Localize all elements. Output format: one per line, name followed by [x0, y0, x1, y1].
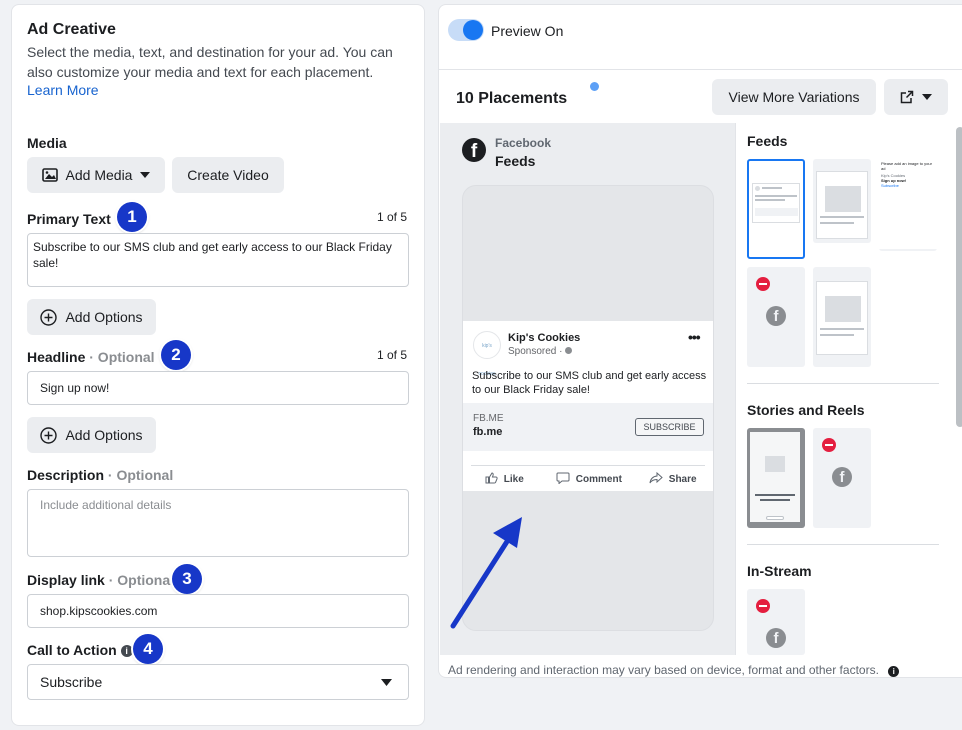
headline-count: 1 of 5 — [376, 348, 407, 362]
display-link-input[interactable]: shop.kipscookies.com — [27, 594, 409, 628]
unavailable-icon — [756, 599, 770, 613]
description-input[interactable]: Include additional details — [27, 489, 409, 557]
view-more-variations-button[interactable]: View More Variations — [712, 79, 876, 115]
add-media-button[interactable]: Add Media — [27, 157, 165, 193]
status-dot — [590, 82, 599, 91]
external-link-icon — [900, 90, 914, 104]
step-badge-1: 1 — [117, 202, 147, 232]
plus-circle-icon — [40, 308, 58, 326]
step-badge-4: 4 — [133, 634, 163, 664]
placements-scrollbar[interactable] — [956, 127, 962, 427]
placement-thumb-unavailable-1[interactable]: f — [747, 267, 805, 367]
ad-creative-panel: Ad Creative Select the media, text, and … — [11, 4, 425, 726]
section-divider — [747, 383, 939, 384]
primary-text-label: Primary Text — [27, 211, 111, 227]
caret-down-icon — [381, 679, 392, 686]
facebook-grey-icon: f — [832, 467, 852, 487]
step-badge-2: 2 — [161, 340, 191, 370]
ad-creative-description: Select the media, text, and destination … — [27, 44, 393, 80]
placement-thumb-unavailable-3[interactable]: f — [747, 589, 805, 655]
unavailable-icon — [756, 277, 770, 291]
placement-thumb-instagram-feed[interactable] — [813, 159, 871, 243]
feeds-section-title: Feeds — [747, 133, 788, 149]
step-badge-3: 3 — [172, 564, 202, 594]
caret-down-icon — [922, 94, 932, 100]
stories-section-title: Stories and Reels — [747, 402, 865, 418]
add-options-label: Add Options — [65, 427, 143, 443]
placements-list: Feeds Please add an image to your ad Kip… — [735, 123, 962, 655]
facebook-grey-icon: f — [766, 628, 786, 648]
placement-thumb-unavailable-2[interactable]: f — [813, 428, 871, 528]
instream-section-title: In-Stream — [747, 563, 812, 579]
placement-thumb-feed-variant[interactable] — [813, 267, 871, 367]
plus-circle-icon — [40, 426, 58, 444]
ad-creative-title: Ad Creative — [27, 21, 116, 38]
media-label: Media — [27, 135, 67, 151]
headline-add-options-button[interactable]: Add Options — [27, 417, 156, 453]
add-media-label: Add Media — [65, 167, 133, 183]
annotation-arrow — [450, 517, 522, 629]
placements-container: 10 Placements View More Variations f Fac… — [439, 69, 962, 655]
info-icon[interactable]: i — [120, 645, 133, 657]
facebook-grey-icon: f — [766, 306, 786, 326]
image-icon — [41, 168, 58, 182]
call-to-action-value: Subscribe — [40, 674, 103, 690]
caret-down-icon — [140, 172, 151, 178]
open-external-button[interactable] — [884, 79, 948, 115]
primary-text-count: 1 of 5 — [376, 210, 407, 224]
placement-thumb-story[interactable] — [747, 428, 805, 528]
toggle-knob — [463, 20, 483, 40]
call-to-action-label: Call to Action i — [27, 642, 133, 658]
description-label: Description · Optional — [27, 467, 174, 483]
section-divider — [747, 544, 939, 545]
preview-area: f Facebook Feeds kip's cookies Kip's Coo… — [440, 123, 735, 655]
description-placeholder: Include additional details — [40, 498, 172, 512]
primary-text-input[interactable]: Subscribe to our SMS club and get early … — [27, 233, 409, 287]
primary-text-add-options-button[interactable]: Add Options — [27, 299, 156, 335]
placements-title: 10 Placements — [456, 90, 568, 107]
placement-thumb-facebook-feed[interactable] — [747, 159, 805, 259]
footer-note: Ad rendering and interaction may vary ba… — [448, 663, 900, 677]
create-video-button[interactable]: Create Video — [172, 157, 284, 193]
preview-toggle-label: Preview On — [491, 23, 564, 39]
headline-input[interactable]: Sign up now! — [27, 371, 409, 405]
call-to-action-select[interactable]: Subscribe — [27, 664, 409, 700]
info-icon[interactable]: i — [888, 666, 900, 677]
unavailable-icon — [822, 438, 836, 452]
preview-panel: Preview On 10 Placements View More Varia… — [438, 4, 962, 678]
learn-more-link[interactable]: Learn More — [27, 82, 99, 98]
preview-toggle[interactable] — [448, 19, 484, 41]
add-options-label: Add Options — [65, 309, 143, 325]
display-link-label: Display link · Optional — [27, 572, 175, 588]
placement-thumb-marketplace[interactable]: Please add an image to your ad Kip's Coo… — [879, 159, 937, 251]
headline-label: Headline · Optional — [27, 349, 155, 365]
